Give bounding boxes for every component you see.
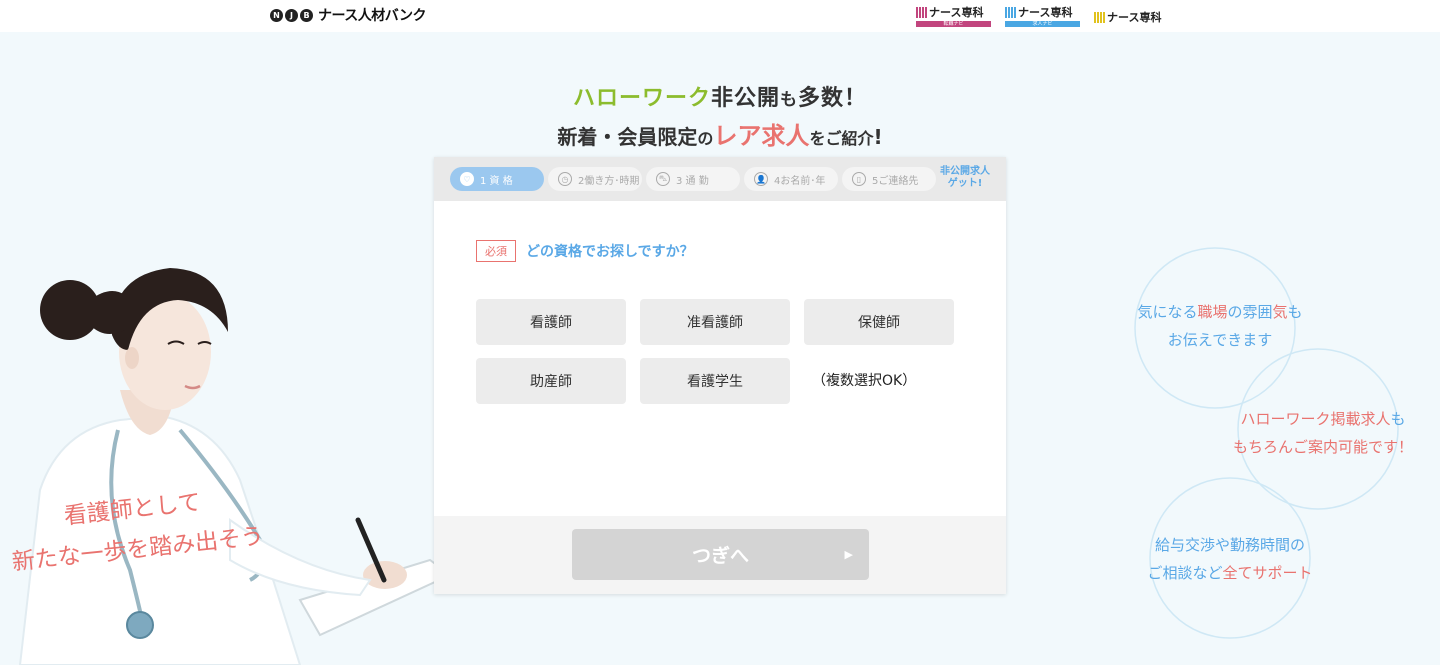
- option-kangoshi[interactable]: 看護師: [476, 299, 626, 345]
- logo-mark-j: J: [285, 8, 298, 22]
- option-josanshi[interactable]: 助産師: [476, 358, 626, 404]
- option-junkangoshi[interactable]: 准看護師: [640, 299, 790, 345]
- required-badge: 必須: [476, 240, 516, 262]
- headline-line-1: ハローワーク非公開も多数！: [572, 86, 868, 111]
- bubble-support: 給与交渉や勤務時間の ご相談など全てサポート: [1147, 536, 1313, 582]
- partner-logo-nurse-senka[interactable]: ナース専科: [1094, 9, 1161, 25]
- clock-icon: ◷: [558, 172, 572, 186]
- question-row: 必須 どの資格でお探しですか？: [476, 240, 694, 262]
- partner-name: ナース専科: [1018, 6, 1073, 19]
- partner-name: ナース専科: [1107, 11, 1162, 24]
- site-logo[interactable]: N J B ナース人材バンク: [270, 5, 427, 25]
- partner-sub-bar: 転職ナビ: [916, 21, 991, 27]
- form-footer: つぎへ ▶: [434, 516, 1006, 594]
- next-button-label: つぎへ: [691, 545, 749, 567]
- bubble-atmosphere: 気になる職場の雰囲気も お伝えできます: [1137, 303, 1303, 349]
- nurse-illustration: [18, 268, 452, 665]
- step-4-name-age: 👤 4お名前･年: [744, 167, 838, 191]
- hero-headline: ハローワーク非公開も多数！ 新着・会員限定のレア求人をご紹介!: [520, 80, 920, 151]
- partner-sub-bar: 求人ナビ: [1005, 21, 1080, 27]
- partner-logo-kyujin[interactable]: ナース専科 求人ナビ: [1005, 4, 1080, 27]
- partner-mark-icon: [1005, 6, 1016, 18]
- site-header: N J B ナース人材バンク ナース専科 転職ナビ ナース専科 求人ナビ ナース…: [0, 0, 1440, 32]
- option-hokenshi[interactable]: 保健師: [804, 299, 954, 345]
- logo-mark-b: B: [300, 8, 313, 22]
- phone-icon: ▯: [852, 172, 866, 186]
- qualification-form: ♡ 1 資 格 ◷ 2働き方･時期 ⛍ 3 通 勤 👤 4お名前･年 ▯ 5ご連…: [434, 157, 1006, 594]
- step-5-contact: ▯ 5ご連絡先: [842, 167, 936, 191]
- partner-logo-tenshoku[interactable]: ナース専科 転職ナビ: [916, 4, 991, 27]
- headline-line-2: 新着・会員限定のレア求人をご紹介!: [557, 122, 883, 150]
- partner-name: ナース専科: [929, 6, 984, 19]
- person-icon: 👤: [754, 172, 768, 186]
- partner-mark-icon: [1094, 11, 1105, 23]
- step-3-commute: ⛍ 3 通 勤: [646, 167, 740, 191]
- arrow-right-icon: ▶: [844, 548, 853, 561]
- step-reward: 非公開求人 ゲット!: [940, 166, 990, 189]
- step-1-qualification: ♡ 1 資 格: [450, 167, 544, 191]
- partner-mark-icon: [916, 6, 927, 18]
- question-text: どの資格でお探しですか？: [526, 244, 694, 260]
- form-steps-bar: ♡ 1 資 格 ◷ 2働き方･時期 ⛍ 3 通 勤 👤 4お名前･年 ▯ 5ご連…: [434, 157, 1006, 201]
- logo-mark-n: N: [270, 8, 283, 22]
- logo-text: ナース人材バンク: [318, 8, 427, 24]
- bubble-hellowork: ハローワーク掲載求人も もちろんご案内可能です！: [1232, 410, 1413, 456]
- multi-select-note: （複数選択OK）: [812, 373, 917, 389]
- option-kango-gakusei[interactable]: 看護学生: [640, 358, 790, 404]
- heart-icon: ♡: [460, 172, 474, 186]
- step-2-work-style: ◷ 2働き方･時期: [548, 167, 642, 191]
- next-button[interactable]: つぎへ ▶: [572, 529, 869, 580]
- car-icon: ⛍: [656, 172, 670, 186]
